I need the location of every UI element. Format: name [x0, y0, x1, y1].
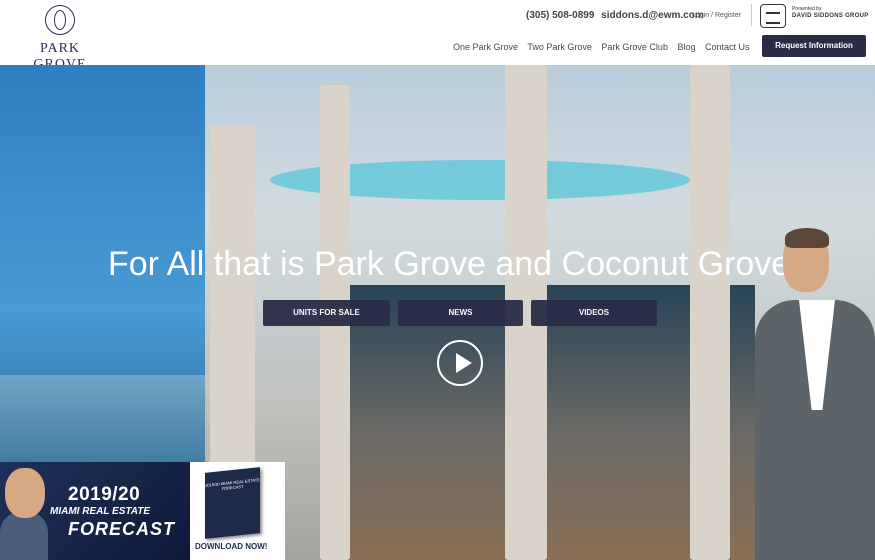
nav-item-one-park-grove[interactable]: One Park Grove — [453, 42, 518, 52]
play-video-icon[interactable] — [437, 340, 483, 386]
download-now-button[interactable]: DOWNLOAD NOW! — [195, 542, 267, 551]
presented-by-label: Presented by — [792, 6, 822, 12]
promo-background: 2019/20 MIAMI REAL ESTATE FORECAST — [0, 462, 190, 560]
book-cover-title: 2019/20 MIAMI REAL ESTATE FORECAST — [205, 477, 260, 492]
auth-separator: / — [711, 12, 714, 19]
news-button[interactable]: NEWS — [398, 300, 523, 326]
request-information-button[interactable]: Request Information — [762, 35, 866, 57]
presented-by-logo[interactable]: Presented by DAVID SIDDONS GROUP — [760, 4, 870, 28]
phone-link[interactable]: (305) 508-0899 — [526, 10, 594, 21]
videos-button[interactable]: VIDEOS — [531, 300, 657, 326]
email-link[interactable]: siddons.d@ewm.com — [601, 10, 704, 21]
contact-info: (305) 508-0899 siddons.d@ewm.com — [526, 10, 708, 21]
promo-agent-photo — [5, 468, 45, 518]
promo-year: 2019/20 — [68, 484, 141, 505]
park-grove-logo[interactable]: PARK GROVE — [14, 5, 106, 72]
site-header: PARK GROVE (305) 508-0899 siddons.d@ewm.… — [0, 0, 875, 72]
forecast-book-image: 2019/20 MIAMI REAL ESTATE FORECAST — [205, 467, 260, 539]
header-divider — [751, 4, 752, 26]
main-nav: One Park Grove Two Park Grove Park Grove… — [453, 42, 757, 52]
auth-links: Login / Register — [692, 12, 741, 19]
promo-agent-body — [0, 512, 48, 560]
register-link[interactable]: Register — [715, 12, 741, 19]
forecast-promo-banner[interactable]: 2019/20 MIAMI REAL ESTATE FORECAST 2019/… — [0, 462, 285, 560]
agent-photo — [755, 228, 875, 560]
building-column — [690, 65, 730, 560]
logo-emblem-icon — [45, 5, 75, 35]
hero-section: For All that is Park Grove and Coconut G… — [0, 65, 875, 560]
presenter-name: DAVID SIDDONS GROUP — [792, 13, 869, 19]
login-link[interactable]: Login — [692, 12, 709, 19]
units-for-sale-button[interactable]: UNITS FOR SALE — [263, 300, 390, 326]
nav-item-contact-us[interactable]: Contact Us — [705, 42, 750, 52]
promo-subtitle: MIAMI REAL ESTATE — [50, 506, 150, 517]
nav-item-two-park-grove[interactable]: Two Park Grove — [527, 42, 592, 52]
promo-title: FORECAST — [68, 519, 175, 539]
nav-item-park-grove-club[interactable]: Park Grove Club — [601, 42, 668, 52]
hero-headline: For All that is Park Grove and Coconut G… — [108, 245, 800, 283]
david-siddons-logo-icon — [760, 4, 786, 28]
nav-item-blog[interactable]: Blog — [677, 42, 695, 52]
